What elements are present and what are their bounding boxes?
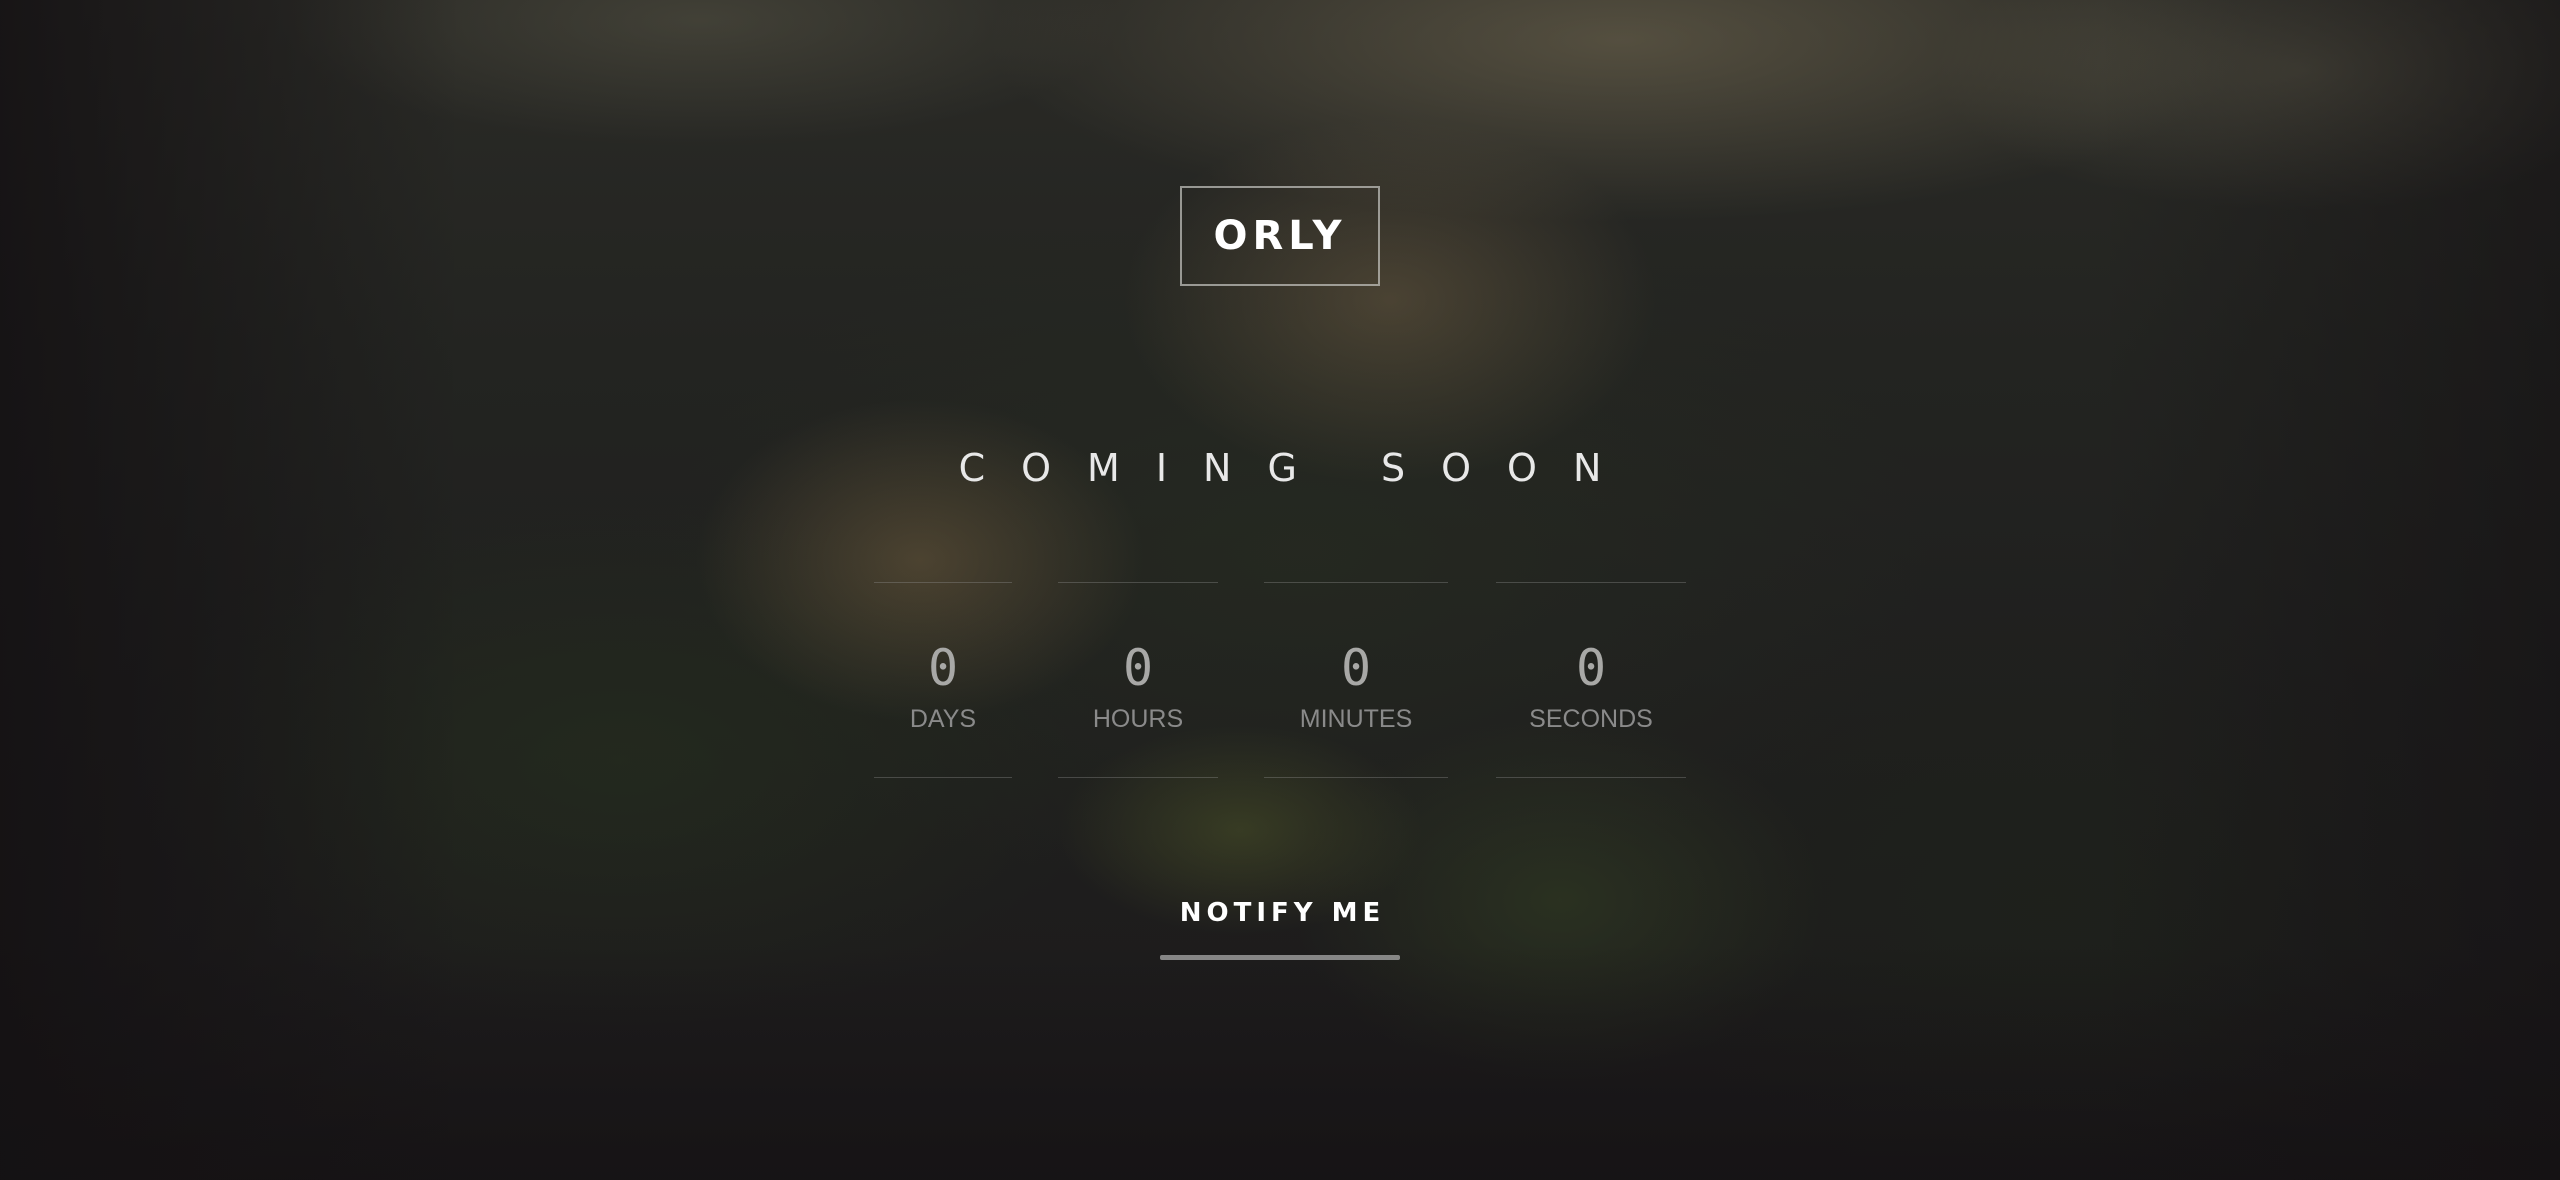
countdown-days-value: 0 (927, 639, 959, 697)
notify-me-label: NOTIFY ME (1179, 898, 1386, 928)
countdown-minutes-value: 0 (1340, 639, 1372, 697)
countdown-minutes-label: MINUTES (1299, 705, 1413, 733)
countdown-minutes: 0 MINUTES (1264, 582, 1448, 778)
countdown-hours-label: HOURS (1092, 705, 1184, 733)
countdown-hours: 0 HOURS (1058, 582, 1218, 778)
countdown-seconds-value: 0 (1575, 639, 1607, 697)
brand-logo[interactable]: ORLY (1180, 186, 1380, 286)
countdown-seconds: 0 SECONDS (1496, 582, 1686, 778)
countdown-days-label: DAYS (909, 705, 977, 733)
countdown-hours-value: 0 (1122, 639, 1154, 697)
coming-soon-page: ORLY COMING SOON 0 DAYS 0 HOURS 0 MINUTE… (0, 0, 2560, 1180)
notify-me-underline (1160, 955, 1400, 960)
coming-soon-heading: COMING SOON (958, 446, 1638, 490)
notify-me-button[interactable]: NOTIFY ME (1160, 888, 1400, 960)
countdown-days: 0 DAYS (874, 582, 1012, 778)
countdown-seconds-label: SECONDS (1529, 705, 1653, 733)
